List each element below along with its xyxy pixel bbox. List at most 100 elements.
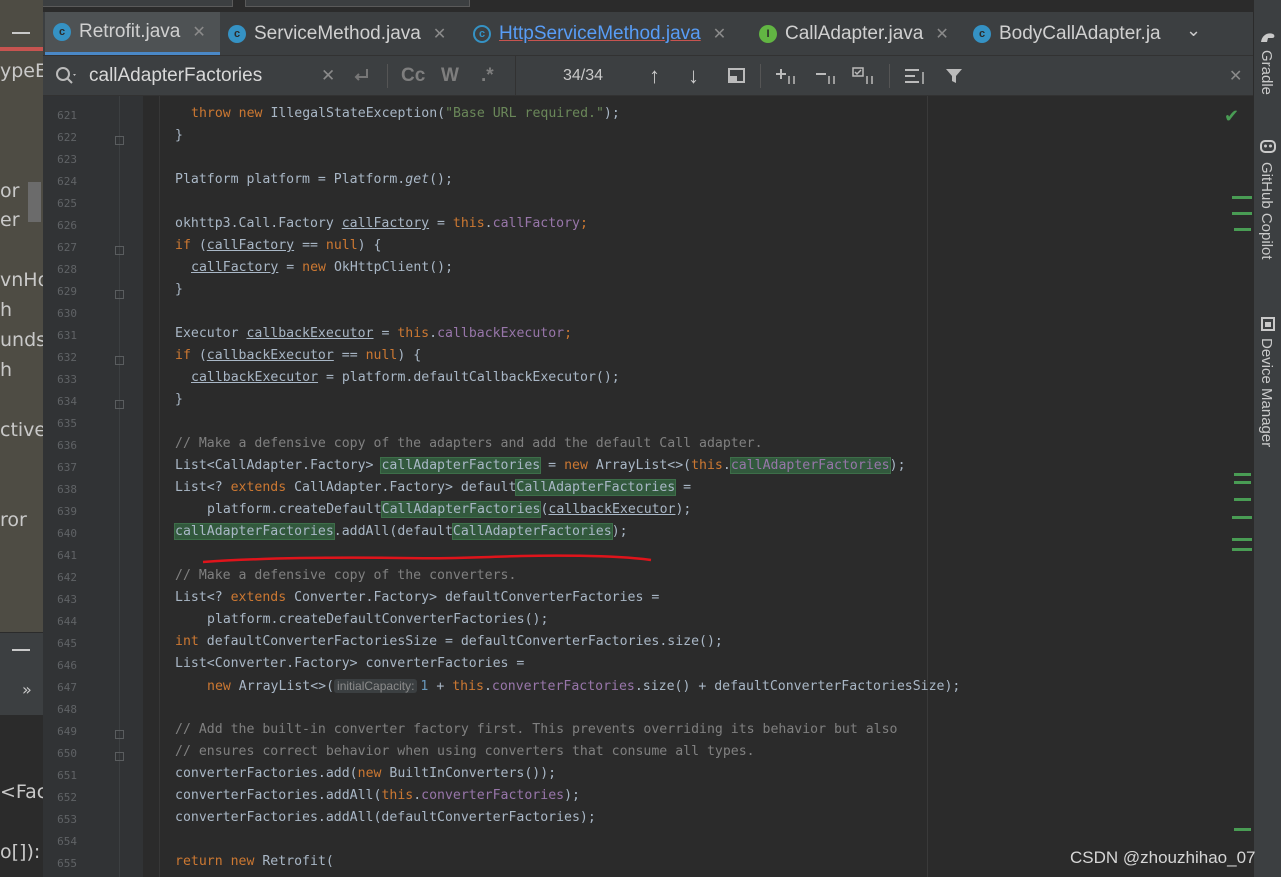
- tree-item-fragment[interactable]: vnHo: [0, 269, 43, 291]
- fold-marker-icon[interactable]: [115, 246, 124, 255]
- code-text: ==: [294, 238, 326, 253]
- line-number: 624: [57, 175, 77, 188]
- tree-item-fragment[interactable]: h: [0, 299, 12, 321]
- code-line: }: [175, 282, 183, 297]
- variable: callbackExecutor: [191, 370, 319, 385]
- error-stripe-mark[interactable]: [1232, 212, 1252, 215]
- tree-item-fragment[interactable]: unds: [0, 329, 43, 351]
- line-number: 644: [57, 615, 77, 628]
- tab-httpservicemethod-java[interactable]: c HttpServiceMethod.java ✕: [473, 12, 753, 55]
- line-number: 631: [57, 329, 77, 342]
- close-tab-icon[interactable]: ✕: [192, 22, 205, 42]
- close-tab-icon[interactable]: ✕: [935, 24, 948, 44]
- chevron-down-icon[interactable]: ⌄: [1186, 20, 1201, 41]
- error-stripe-mark[interactable]: [1232, 538, 1252, 541]
- error-stripe-mark[interactable]: [1234, 228, 1251, 231]
- line-number: 633: [57, 373, 77, 386]
- code-line: return new Retrofit(: [175, 851, 334, 873]
- code-text: ArrayList<>(: [587, 458, 692, 473]
- regex-button[interactable]: .*: [481, 56, 494, 96]
- error-stripe-mark[interactable]: [1234, 481, 1251, 484]
- code-line: if (callFactory == null) {: [175, 235, 381, 257]
- search-icon[interactable]: [55, 56, 79, 96]
- fold-marker-icon[interactable]: [115, 136, 124, 145]
- tab-calladapter-java[interactable]: I CallAdapter.java ✕: [759, 12, 969, 55]
- fold-marker-icon[interactable]: [115, 356, 124, 365]
- line-number: 627: [57, 241, 77, 254]
- words-button[interactable]: W: [441, 56, 459, 96]
- code-text: Retrofit(: [254, 854, 334, 869]
- tab-device-manager[interactable]: Device Manager: [1258, 338, 1275, 447]
- line-number-gutter[interactable]: 621 622 623 624 625 626 627 628 629 630 631 632 633 6…: [43, 96, 143, 877]
- error-stripe-mark[interactable]: [1232, 196, 1252, 199]
- structure-item-fragment[interactable]: <Fac: [0, 781, 43, 803]
- new-line-icon[interactable]: [351, 56, 373, 96]
- close-tab-icon[interactable]: ✕: [713, 24, 726, 44]
- code-line: throw new IllegalStateException("Base UR…: [191, 103, 620, 125]
- minimize-icon[interactable]: [12, 649, 30, 651]
- variable: callFactory: [206, 238, 295, 253]
- remove-occurrence-icon[interactable]: [813, 56, 839, 96]
- clear-search-icon[interactable]: ✕: [321, 56, 335, 96]
- code-text: ArrayList<>(: [230, 679, 335, 694]
- tree-item-fragment[interactable]: er: [0, 209, 20, 231]
- keyword: new: [238, 106, 263, 121]
- in-selection-icon[interactable]: [903, 56, 927, 96]
- tab-servicemethod-java[interactable]: c ServiceMethod.java ✕: [228, 12, 461, 55]
- next-occurrence-icon[interactable]: ↓: [688, 56, 699, 96]
- filter-icon[interactable]: [944, 56, 964, 96]
- fold-marker-icon[interactable]: [115, 730, 124, 739]
- line-number: 651: [57, 769, 77, 782]
- add-occurrence-icon[interactable]: [773, 56, 799, 96]
- error-stripe-mark[interactable]: [1232, 516, 1252, 519]
- fold-marker-icon[interactable]: [115, 400, 124, 409]
- filter-search-results-icon[interactable]: [727, 56, 747, 96]
- tab-gradle[interactable]: Gradle: [1258, 50, 1275, 95]
- line-number: 646: [57, 659, 77, 672]
- tree-item-fragment[interactable]: ctive: [0, 419, 43, 441]
- code-line: converterFactories.add(new BuiltInConver…: [175, 763, 556, 785]
- previous-occurrence-icon[interactable]: ↑: [649, 56, 660, 96]
- tree-item-fragment[interactable]: ror: [0, 509, 27, 531]
- fold-marker-icon[interactable]: [115, 752, 124, 761]
- collapse-icon[interactable]: [12, 32, 30, 34]
- search-input[interactable]: [89, 65, 309, 87]
- code-text: ) {: [397, 348, 422, 363]
- code-text: .: [484, 216, 493, 231]
- keyword: new: [357, 766, 382, 781]
- structure-item-fragment[interactable]: o[]): C: [0, 841, 43, 863]
- variable: callbackExecutor: [206, 348, 334, 363]
- keyword: new: [564, 458, 588, 473]
- tree-item-fragment[interactable]: h: [0, 359, 12, 381]
- keyword: null: [365, 348, 398, 363]
- expand-chevron-icon[interactable]: »: [22, 680, 32, 699]
- code-line: platform.createDefaultCallAdapterFactori…: [207, 499, 691, 521]
- line-number: 653: [57, 813, 77, 826]
- class-icon: c: [228, 24, 246, 43]
- tab-bodycalladapter-java[interactable]: c BodyCallAdapter.ja: [973, 12, 1178, 55]
- code-editor[interactable]: throw new IllegalStateException("Base UR…: [143, 96, 1253, 877]
- error-stripe-mark[interactable]: [1232, 548, 1252, 551]
- line-number: 629: [57, 285, 77, 298]
- tree-item-fragment[interactable]: or: [0, 180, 19, 202]
- error-stripe-mark[interactable]: [1234, 828, 1251, 831]
- code-text: ) {: [357, 238, 382, 253]
- project-tree[interactable]: ypeEx or er vnHo h unds h ctive ror: [0, 0, 43, 632]
- error-stripe-mark[interactable]: [1234, 498, 1251, 501]
- tree-item-fragment[interactable]: ypeEx: [0, 60, 43, 82]
- close-tab-icon[interactable]: ✕: [433, 24, 446, 44]
- code-text: Converter.Factory> defaultConverterFacto…: [286, 590, 660, 605]
- search-match: CallAdapterFactories: [515, 479, 677, 496]
- tab-retrofit-java[interactable]: c Retrofit.java ✕: [45, 12, 220, 55]
- error-stripe-mark[interactable]: [1234, 473, 1251, 476]
- find-bar: ✕ Cc W .* 34/34 ↑ ↓ ✕: [43, 56, 1253, 96]
- close-find-bar-icon[interactable]: ✕: [1229, 56, 1242, 96]
- keyword: new: [230, 854, 255, 869]
- match-case-button[interactable]: Cc: [401, 56, 425, 96]
- tab-github-copilot[interactable]: GitHub Copilot: [1258, 162, 1275, 260]
- code-text: converterFactories.add(: [175, 766, 358, 781]
- select-all-occurrences-icon[interactable]: [851, 56, 879, 96]
- no-problems-check-icon[interactable]: ✔: [1224, 106, 1239, 127]
- project-scrollbar[interactable]: [28, 182, 41, 222]
- fold-marker-icon[interactable]: [115, 290, 124, 299]
